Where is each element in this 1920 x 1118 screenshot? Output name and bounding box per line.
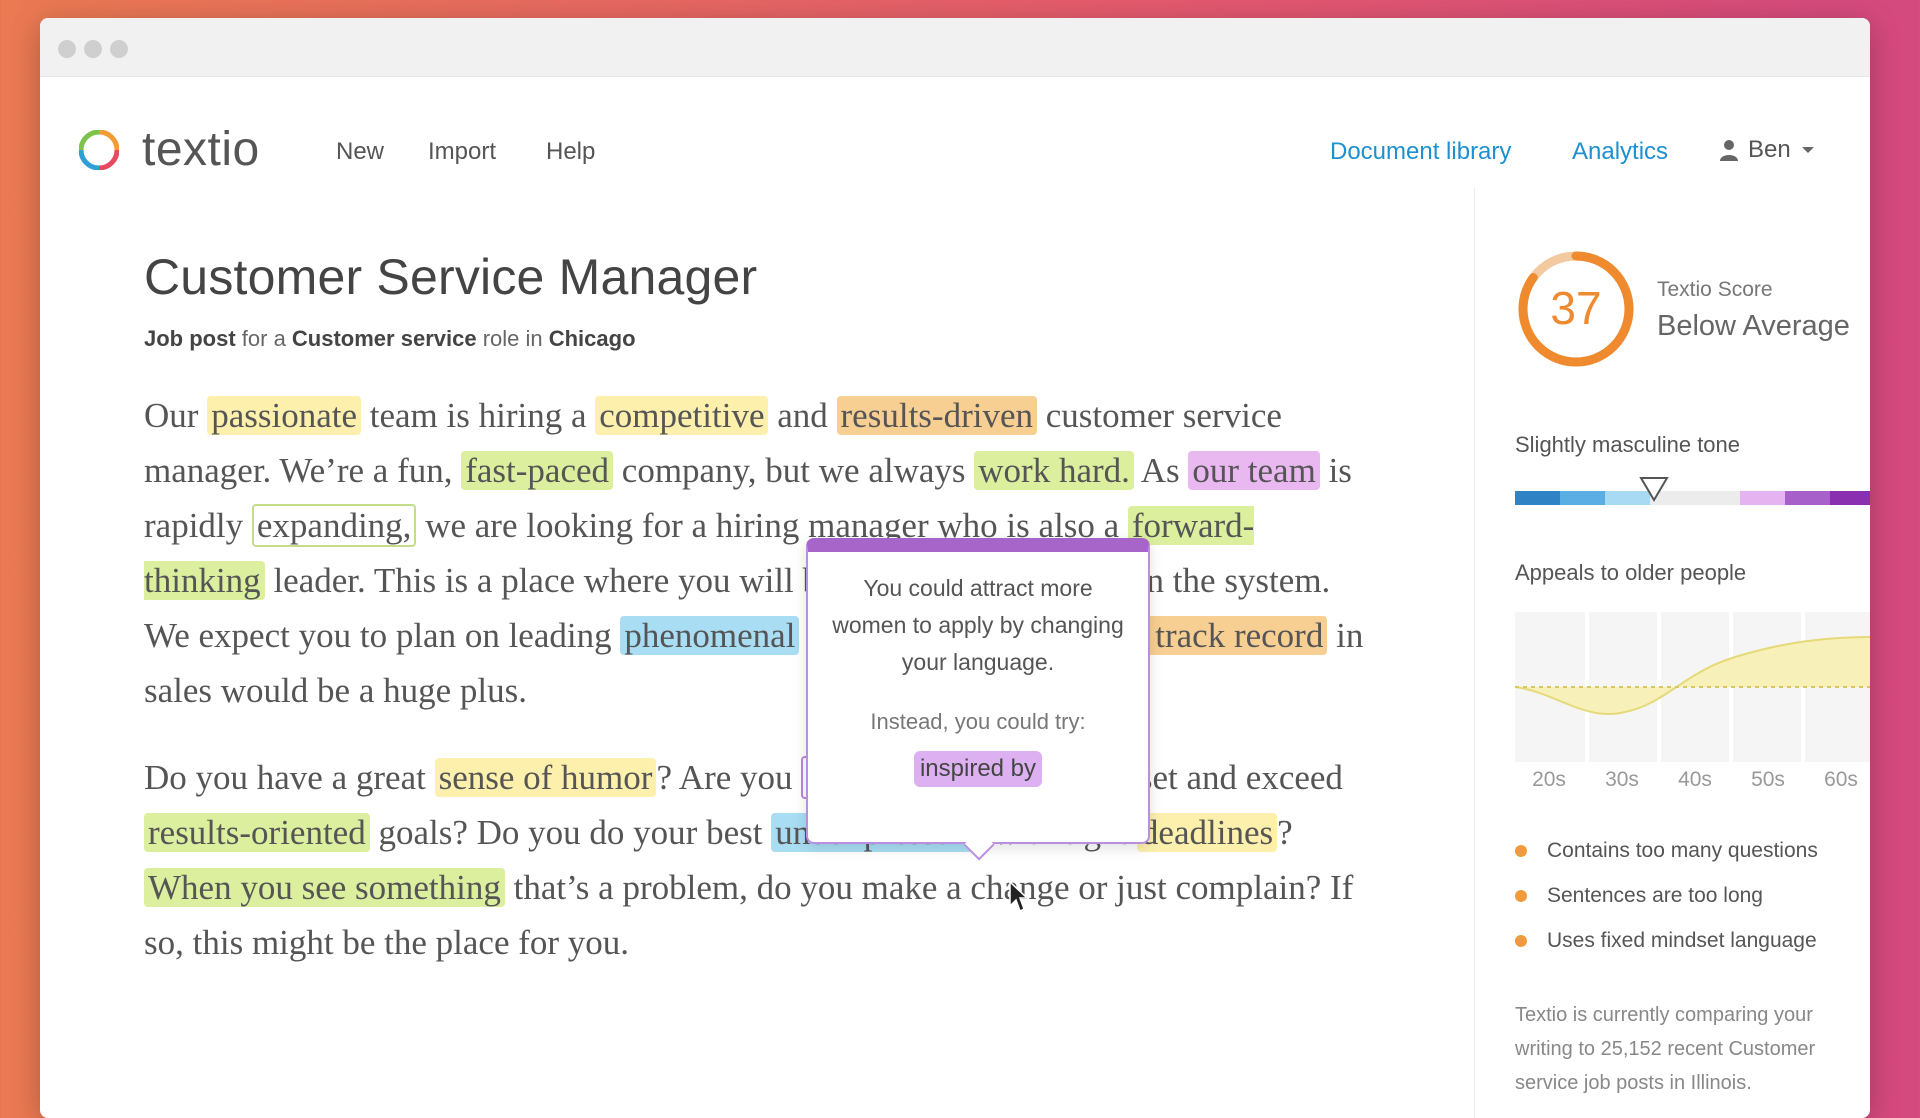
highlighted-phrase[interactable]: results-oriented xyxy=(144,813,370,852)
issue-item[interactable]: Sentences are too long xyxy=(1515,873,1818,918)
subtitle-type: Job post xyxy=(144,326,236,351)
text-run: Do you have a great xyxy=(144,758,435,797)
text-run: As xyxy=(1133,451,1189,490)
issue-item[interactable]: Contains too many questions xyxy=(1515,828,1818,873)
subtitle-in: role in xyxy=(476,326,549,351)
user-icon xyxy=(1720,140,1738,161)
tone-segment xyxy=(1830,491,1870,505)
tone-segment xyxy=(1515,491,1560,505)
tone-meter xyxy=(1515,491,1870,505)
logo-text[interactable]: textio xyxy=(142,122,260,177)
highlighted-phrase[interactable]: competitive xyxy=(595,396,769,435)
highlighted-phrase[interactable]: expanding, xyxy=(251,504,417,547)
popup-try-label: Instead, you could try: xyxy=(870,709,1086,734)
score-rating: Below Average xyxy=(1657,310,1850,342)
highlighted-phrase[interactable]: passionate xyxy=(207,396,361,435)
score-gauge: 37 xyxy=(1518,251,1634,367)
text-run: ? Are you xyxy=(656,758,802,797)
chevron-down-icon xyxy=(1801,147,1814,153)
issue-text: Sentences are too long xyxy=(1547,883,1763,907)
nav-new[interactable]: New xyxy=(336,138,384,166)
tone-segment xyxy=(1560,491,1605,505)
age-axis: 20s 30s 40s 50s 60s xyxy=(1515,768,1870,798)
nav-analytics[interactable]: Analytics xyxy=(1572,138,1668,166)
issue-text: Uses fixed mindset language xyxy=(1547,928,1817,952)
age-tick: 50s xyxy=(1751,768,1785,791)
highlighted-phrase[interactable]: results-driven xyxy=(836,396,1037,435)
tone-segment xyxy=(1695,491,1740,505)
nav-document-library[interactable]: Document library xyxy=(1330,138,1511,166)
text-run: and xyxy=(768,396,837,435)
highlighted-phrase[interactable]: When you see something xyxy=(144,868,505,907)
bullet-icon xyxy=(1515,844,1527,857)
window-minimize-dot[interactable] xyxy=(84,40,102,58)
window-titlebar xyxy=(40,18,1870,77)
browser-window: textio New Import Help Document library … xyxy=(40,18,1870,1118)
analysis-sidebar: 37 Textio Score Below Average Slightly m… xyxy=(1474,188,1870,1118)
score-value: 37 xyxy=(1550,282,1601,334)
age-tick: 40s xyxy=(1678,768,1712,791)
body-paragraph-1[interactable]: Our passionate team is hiring a competit… xyxy=(144,388,1364,718)
issue-text: Contains too many questions xyxy=(1547,838,1818,862)
text-run: Our xyxy=(144,396,208,435)
tone-segment xyxy=(1785,491,1830,505)
user-menu[interactable]: Ben xyxy=(1720,136,1815,164)
top-navbar: textio New Import Help Document library … xyxy=(40,78,1870,178)
suggestion-chip[interactable]: inspired by xyxy=(913,751,1043,787)
bullet-icon xyxy=(1515,934,1527,947)
user-name: Ben xyxy=(1748,136,1791,163)
age-label: Appeals to older people xyxy=(1515,560,1747,585)
mouse-cursor-icon xyxy=(1009,880,1028,913)
subtitle-for: for a xyxy=(235,326,292,351)
highlighted-phrase[interactable]: our team xyxy=(1188,451,1320,490)
suggestion-popup: You could attract more women to apply by… xyxy=(806,538,1150,861)
age-tick: 60s xyxy=(1824,768,1858,791)
document-editor[interactable]: Customer Service Manager Job post for a … xyxy=(144,248,1364,970)
nav-help[interactable]: Help xyxy=(546,138,595,166)
highlighted-phrase[interactable]: fast-paced xyxy=(461,451,614,490)
bullet-icon xyxy=(1515,889,1527,902)
highlighted-phrase[interactable]: phenomenal xyxy=(620,616,800,655)
score-label: Textio Score xyxy=(1657,278,1773,301)
subtitle-role: Customer service xyxy=(291,326,477,351)
nav-import[interactable]: Import xyxy=(428,138,496,166)
highlighted-phrase[interactable]: deadlines xyxy=(1136,813,1278,852)
subtitle-location: Chicago xyxy=(548,326,636,351)
textio-logo-icon xyxy=(79,130,119,170)
window-zoom-dot[interactable] xyxy=(110,40,128,58)
age-appeal-chart xyxy=(1515,612,1870,762)
text-run: company, but we always xyxy=(613,451,975,490)
issue-item[interactable]: Uses fixed mindset language xyxy=(1515,918,1818,963)
document-subtitle: Job post for a Customer service role in … xyxy=(144,326,1364,352)
page-title[interactable]: Customer Service Manager xyxy=(144,248,1364,306)
issues-list: Contains too many questions Sentences ar… xyxy=(1515,828,1818,963)
text-run: ? xyxy=(1277,813,1293,852)
age-tick: 30s xyxy=(1605,768,1639,791)
tone-marker-icon xyxy=(1639,477,1669,502)
window-close-dot[interactable] xyxy=(58,40,76,58)
popup-message: You could attract more women to apply by… xyxy=(832,575,1124,675)
highlighted-phrase[interactable]: sense of humor xyxy=(434,758,657,797)
comparison-footnote: Textio is currently comparing your writi… xyxy=(1515,1004,1816,1094)
tone-label: Slightly masculine tone xyxy=(1515,432,1741,457)
age-tick: 20s xyxy=(1532,768,1566,791)
body-paragraph-2[interactable]: Do you have a great sense of humor? Are … xyxy=(144,750,1364,970)
text-run: goals? Do you do your best xyxy=(369,813,772,852)
tone-segment xyxy=(1740,491,1785,505)
text-run: team is hiring a xyxy=(360,396,596,435)
highlighted-phrase[interactable]: work hard. xyxy=(974,451,1134,490)
